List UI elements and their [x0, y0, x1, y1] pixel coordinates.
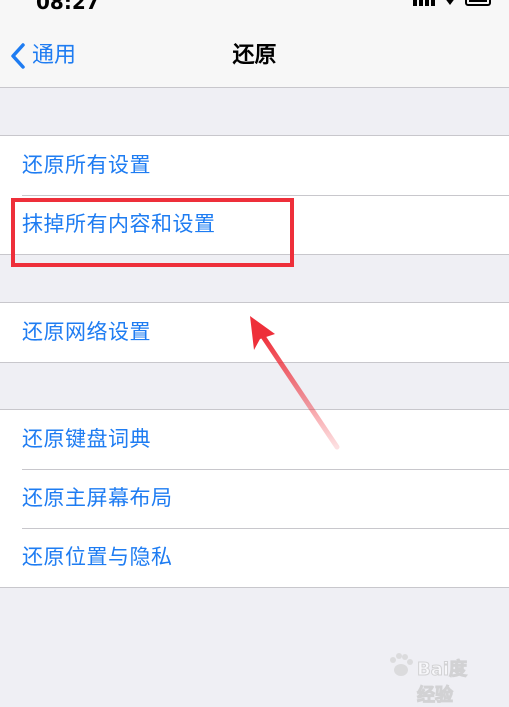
- reset-keyboard-dictionary-label: 还原键盘词典: [22, 427, 151, 451]
- navigation-bar: 通用 还原: [0, 14, 509, 88]
- paw-icon: [390, 653, 413, 676]
- reset-all-settings-item[interactable]: 还原所有设置: [0, 136, 509, 195]
- page-title: 还原: [232, 43, 277, 68]
- reset-keyboard-dictionary-item[interactable]: 还原键盘词典: [0, 410, 509, 469]
- reset-network-settings-item[interactable]: 还原网络设置: [0, 303, 509, 362]
- battery-icon: [465, 0, 491, 6]
- reset-home-screen-layout-label: 还原主屏幕布局: [22, 486, 173, 510]
- watermark: Bai度经验: [387, 653, 483, 707]
- settings-group-2: 还原网络设置: [0, 302, 509, 363]
- signal-icon: [413, 0, 435, 6]
- reset-all-settings-label: 还原所有设置: [22, 153, 151, 177]
- status-time: 08:27: [36, 0, 100, 14]
- status-icons: [413, 0, 491, 6]
- reset-network-settings-label: 还原网络设置: [22, 320, 151, 344]
- highlight-box: [11, 198, 294, 267]
- wifi-icon: [446, 0, 454, 5]
- settings-group-3: 还原键盘词典 还原主屏幕布局 还原位置与隐私: [0, 409, 509, 588]
- reset-location-privacy-item[interactable]: 还原位置与隐私: [0, 528, 509, 587]
- reset-location-privacy-label: 还原位置与隐私: [22, 545, 173, 569]
- watermark-text: Bai度经验: [417, 659, 468, 707]
- status-bar: 08:27: [0, 0, 509, 14]
- reset-home-screen-layout-item[interactable]: 还原主屏幕布局: [0, 469, 509, 528]
